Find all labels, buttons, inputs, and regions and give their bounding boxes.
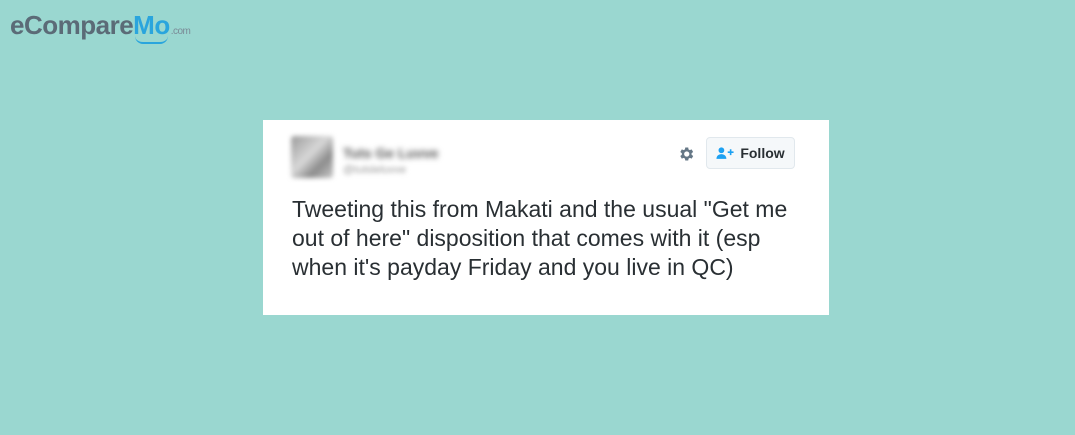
add-user-icon <box>716 147 734 159</box>
logo-smile-icon <box>135 36 168 44</box>
logo-text-com: .com <box>170 26 191 37</box>
avatar[interactable] <box>291 136 333 178</box>
user-display-name[interactable]: Tuts Ge Luvve <box>343 145 438 161</box>
user-handle[interactable]: @tutsleluvve <box>343 164 406 176</box>
tweet-card: Tuts Ge Luvve @tutsleluvve Follow Tweeti… <box>263 120 829 315</box>
logo-text-ecompare: eCompare <box>10 10 134 40</box>
ecomparemo-logo: eCompare Mo .com <box>10 10 191 44</box>
follow-button-label: Follow <box>740 145 785 161</box>
gear-icon[interactable] <box>677 145 695 163</box>
logo-text-mo: Mo <box>133 10 170 44</box>
tweet-text: Tweeting this from Makati and the usual … <box>292 196 788 280</box>
follow-button[interactable]: Follow <box>706 137 795 169</box>
